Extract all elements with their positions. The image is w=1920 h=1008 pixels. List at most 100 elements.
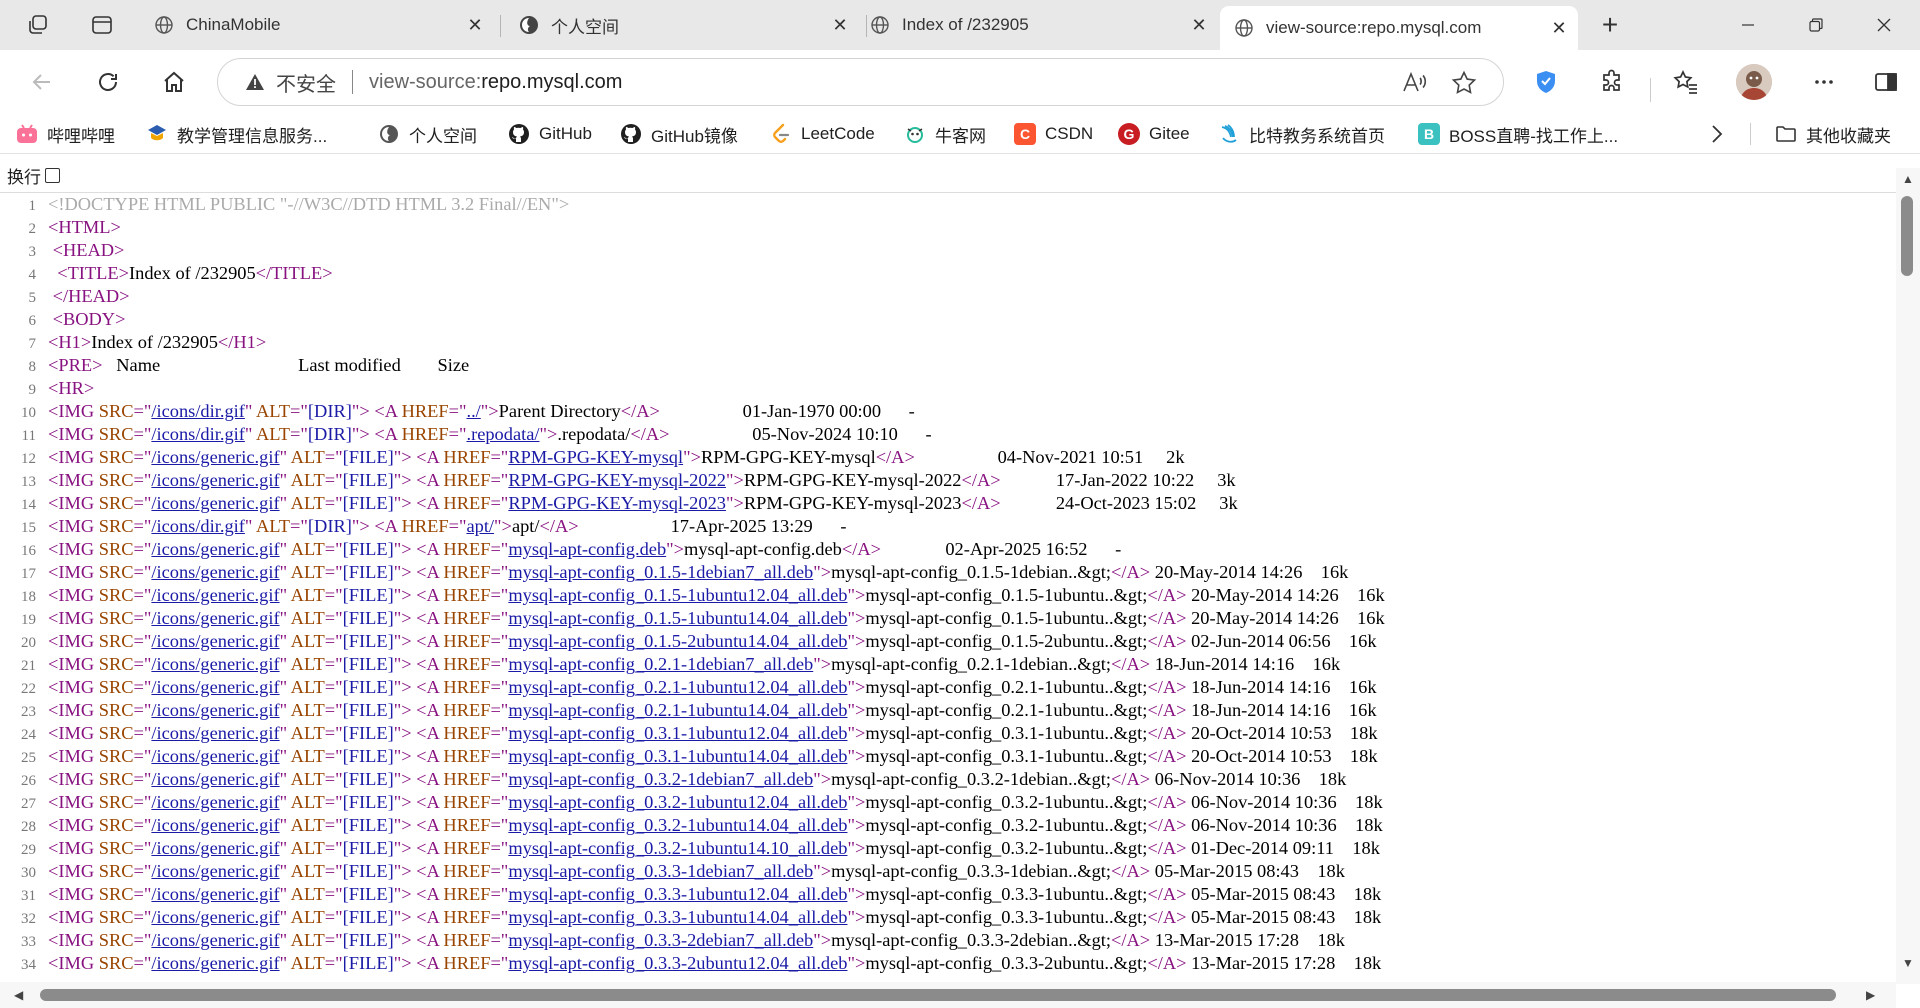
href-link[interactable]: RPM-GPG-KEY-mysql-2022: [508, 470, 726, 490]
href-link[interactable]: RPM-GPG-KEY-mysql: [508, 447, 683, 467]
icon-src-link[interactable]: /icons/generic.gif: [151, 677, 279, 697]
favorites-icon[interactable]: [1668, 64, 1704, 100]
href-link[interactable]: mysql-apt-config_0.3.2-1ubuntu12.04_all.…: [508, 792, 847, 812]
href-link[interactable]: mysql-apt-config_0.2.1-1debian7_all.deb: [508, 654, 813, 674]
close-window-icon[interactable]: [1856, 0, 1912, 50]
href-link[interactable]: mysql-apt-config_0.3.1-1ubuntu14.04_all.…: [508, 746, 847, 766]
address-bar[interactable]: 不安全 view-source:repo.mysql.com: [217, 58, 1504, 106]
href-link[interactable]: mysql-apt-config_0.3.3-1ubuntu14.04_all.…: [508, 907, 847, 927]
favorite-star-icon[interactable]: [1451, 70, 1477, 96]
tab-personal-space[interactable]: 个人空间 ✕: [505, 6, 859, 44]
icon-src-link[interactable]: /icons/dir.gif: [151, 424, 244, 444]
minimize-icon[interactable]: [1720, 0, 1776, 50]
href-link[interactable]: mysql-apt-config_0.3.3-1debian7_all.deb: [508, 861, 813, 881]
shield-extension-icon[interactable]: [1528, 64, 1564, 100]
href-link[interactable]: mysql-apt-config.deb: [508, 539, 666, 559]
href-link[interactable]: apt/: [466, 516, 494, 536]
icon-src-link[interactable]: /icons/generic.gif: [151, 470, 279, 490]
home-icon[interactable]: [156, 64, 192, 100]
profile-avatar[interactable]: [1736, 64, 1772, 100]
read-aloud-icon[interactable]: [1401, 70, 1427, 96]
href-link[interactable]: mysql-apt-config_0.3.2-1ubuntu14.10_all.…: [508, 838, 847, 858]
close-tab-icon[interactable]: ✕: [1188, 14, 1210, 36]
url-text[interactable]: view-source:repo.mysql.com: [369, 71, 622, 94]
other-bookmarks-folder[interactable]: 其他收藏夹: [1775, 121, 1891, 147]
bookmark-personal-space[interactable]: 个人空间: [378, 121, 477, 147]
tab-index-of[interactable]: Index of /232905 ✕: [856, 6, 1218, 44]
line-wrap-checkbox[interactable]: [45, 167, 60, 183]
href-link[interactable]: mysql-apt-config_0.3.1-1ubuntu12.04_all.…: [508, 723, 847, 743]
href-link[interactable]: mysql-apt-config_0.2.1-1ubuntu14.04_all.…: [508, 700, 847, 720]
bookmark-teaching-system[interactable]: 教学管理信息服务...: [146, 121, 327, 147]
bookmark-bilibili[interactable]: 哔哩哔哩: [16, 121, 115, 147]
icon-src-link[interactable]: /icons/generic.gif: [151, 654, 279, 674]
href-link[interactable]: mysql-apt-config_0.3.3-2ubuntu12.04_all.…: [508, 953, 847, 973]
bookmark-nowcoder[interactable]: 牛客网: [904, 121, 986, 147]
chevron-right-icon[interactable]: [1710, 121, 1724, 147]
icon-src-link[interactable]: /icons/generic.gif: [151, 792, 279, 812]
href-link[interactable]: ../: [466, 401, 480, 421]
vertical-tabs-icon[interactable]: [86, 9, 118, 41]
scroll-right-icon[interactable]: ▶: [1866, 988, 1875, 1002]
href-link[interactable]: mysql-apt-config_0.3.3-2debian7_all.deb: [508, 930, 813, 950]
more-options-icon[interactable]: [1806, 64, 1842, 100]
icon-src-link[interactable]: /icons/generic.gif: [151, 769, 279, 789]
refresh-icon[interactable]: [90, 64, 126, 100]
icon-src-link[interactable]: /icons/generic.gif: [151, 907, 279, 927]
tab-view-source[interactable]: view-source:repo.mysql.com ✕: [1220, 6, 1578, 50]
icon-src-link[interactable]: /icons/generic.gif: [151, 815, 279, 835]
horizontal-scrollbar[interactable]: ◀ ▶: [0, 982, 1896, 1008]
sidebar-toggle-icon[interactable]: [1868, 64, 1904, 100]
icon-src-link[interactable]: /icons/generic.gif: [151, 447, 279, 467]
icon-src-link[interactable]: /icons/generic.gif: [151, 539, 279, 559]
href-link[interactable]: mysql-apt-config_0.3.3-1ubuntu12.04_all.…: [508, 884, 847, 904]
icon-src-link[interactable]: /icons/generic.gif: [151, 585, 279, 605]
bookmark-github[interactable]: GitHub: [508, 121, 592, 147]
icon-src-link[interactable]: /icons/dir.gif: [151, 516, 244, 536]
back-icon[interactable]: [24, 64, 60, 100]
vertical-scroll-thumb[interactable]: [1901, 196, 1913, 276]
warning-icon[interactable]: [244, 71, 266, 93]
icon-src-link[interactable]: /icons/generic.gif: [151, 746, 279, 766]
scroll-left-icon[interactable]: ◀: [14, 988, 23, 1002]
href-link[interactable]: mysql-apt-config_0.1.5-1debian7_all.deb: [508, 562, 813, 582]
bookmark-bit-portal[interactable]: 比特教务系统首页: [1218, 121, 1385, 147]
close-tab-icon[interactable]: ✕: [1548, 17, 1570, 39]
line-wrap-toggle[interactable]: 换行: [0, 162, 1900, 188]
bookmark-boss[interactable]: B BOSS直聘-找工作上...: [1418, 121, 1618, 147]
icon-src-link[interactable]: /icons/generic.gif: [151, 884, 279, 904]
icon-src-link[interactable]: /icons/generic.gif: [151, 838, 279, 858]
bookmark-gitee[interactable]: G Gitee: [1118, 121, 1190, 147]
bookmark-github-mirror[interactable]: GitHub镜像: [620, 121, 738, 147]
vertical-scrollbar[interactable]: ▲ ▼: [1896, 168, 1920, 984]
restore-icon[interactable]: [1788, 0, 1844, 50]
href-link[interactable]: mysql-apt-config_0.1.5-2ubuntu14.04_all.…: [508, 631, 847, 651]
not-secure-label[interactable]: 不安全: [276, 68, 336, 97]
bookmark-csdn[interactable]: C CSDN: [1014, 121, 1093, 147]
horizontal-scroll-thumb[interactable]: [40, 989, 1836, 1001]
icon-src-link[interactable]: /icons/generic.gif: [151, 631, 279, 651]
icon-src-link[interactable]: /icons/generic.gif: [151, 723, 279, 743]
new-tab-button[interactable]: +: [1594, 9, 1626, 41]
href-link[interactable]: mysql-apt-config_0.1.5-1ubuntu14.04_all.…: [508, 608, 847, 628]
tab-chinamobile[interactable]: ChinaMobile ✕: [140, 6, 494, 44]
bookmark-leetcode[interactable]: LeetCode: [770, 121, 875, 147]
icon-src-link[interactable]: /icons/generic.gif: [151, 562, 279, 582]
icon-src-link[interactable]: /icons/generic.gif: [151, 608, 279, 628]
href-link[interactable]: .repodata/: [466, 424, 539, 444]
icon-src-link[interactable]: /icons/dir.gif: [151, 401, 244, 421]
scroll-up-icon[interactable]: ▲: [1901, 172, 1915, 186]
href-link[interactable]: mysql-apt-config_0.3.2-1debian7_all.deb: [508, 769, 813, 789]
icon-src-link[interactable]: /icons/generic.gif: [151, 930, 279, 950]
icon-src-link[interactable]: /icons/generic.gif: [151, 700, 279, 720]
extensions-icon[interactable]: [1594, 64, 1630, 100]
icon-src-link[interactable]: /icons/generic.gif: [151, 861, 279, 881]
icon-src-link[interactable]: /icons/generic.gif: [151, 493, 279, 513]
close-tab-icon[interactable]: ✕: [464, 14, 486, 36]
href-link[interactable]: mysql-apt-config_0.1.5-1ubuntu12.04_all.…: [508, 585, 847, 605]
workspaces-icon[interactable]: [22, 9, 54, 41]
href-link[interactable]: mysql-apt-config_0.3.2-1ubuntu14.04_all.…: [508, 815, 847, 835]
close-tab-icon[interactable]: ✕: [829, 14, 851, 36]
icon-src-link[interactable]: /icons/generic.gif: [151, 953, 279, 973]
href-link[interactable]: mysql-apt-config_0.2.1-1ubuntu12.04_all.…: [508, 677, 847, 697]
